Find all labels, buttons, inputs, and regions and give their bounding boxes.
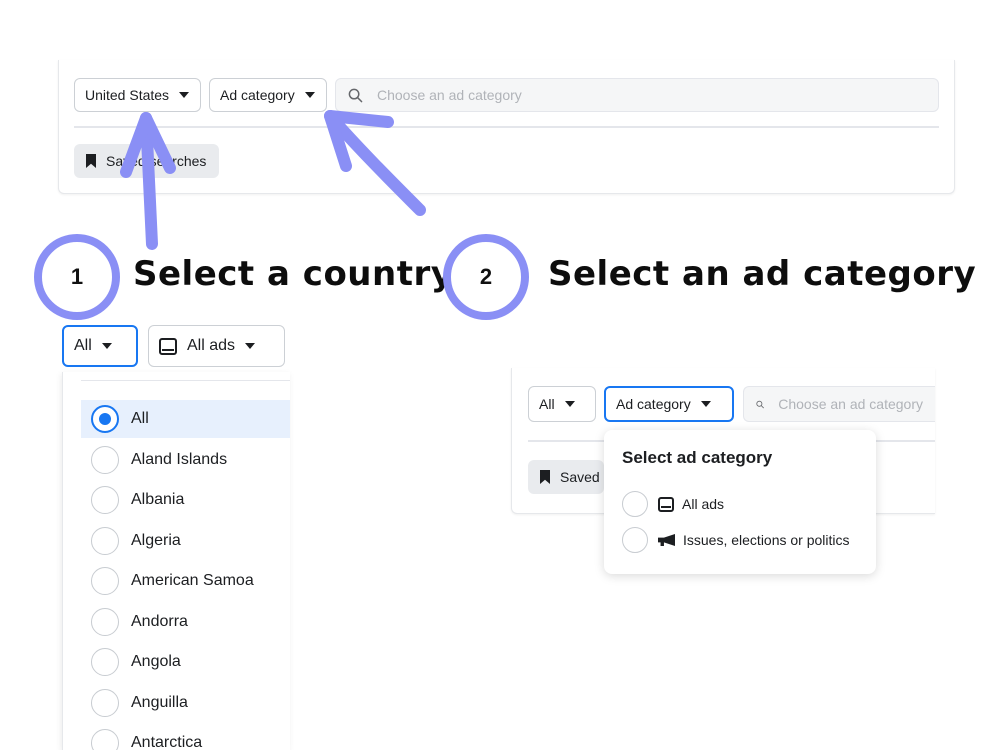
ad-category-search-input[interactable]: Choose an ad category bbox=[335, 78, 939, 112]
country-option[interactable]: Andorra bbox=[81, 603, 290, 641]
country-option-label: American Samoa bbox=[131, 572, 254, 589]
popover-title: Select ad category bbox=[622, 448, 773, 467]
country-option[interactable]: Algeria bbox=[81, 522, 290, 560]
country-option-label: Andorra bbox=[131, 612, 188, 630]
caret-down-icon bbox=[564, 401, 575, 407]
search-icon bbox=[348, 88, 363, 102]
step-1-badge: 1 bbox=[34, 234, 120, 320]
radio-button[interactable] bbox=[622, 491, 648, 517]
saved-searches-button-small[interactable]: Saved searches bbox=[528, 460, 604, 494]
step-2-badge: 2 bbox=[443, 234, 529, 320]
tablet-icon bbox=[159, 337, 177, 355]
country-dropdown-small-label: All bbox=[539, 396, 555, 412]
saved-searches-button[interactable]: Saved searches bbox=[74, 144, 219, 178]
radio-button[interactable] bbox=[91, 405, 119, 433]
search-placeholder: Choose an ad category bbox=[377, 87, 522, 103]
country-option-label: Algeria bbox=[131, 531, 181, 549]
megaphone-icon bbox=[658, 534, 675, 546]
step-1-number: 1 bbox=[70, 264, 84, 289]
option-issues-politics[interactable]: Issues, elections or politics bbox=[622, 527, 850, 553]
bookmark-icon bbox=[86, 154, 96, 168]
radio-button[interactable] bbox=[91, 729, 119, 750]
country-option[interactable]: Aland Islands bbox=[81, 441, 290, 479]
tablet-icon bbox=[658, 496, 674, 512]
saved-searches-label: Saved searches bbox=[560, 469, 604, 485]
country-list: All Aland Islands Albania Algeria American S… bbox=[62, 372, 290, 750]
caret-down-icon bbox=[245, 343, 256, 349]
radio-button[interactable] bbox=[91, 688, 119, 717]
caret-down-icon bbox=[304, 92, 315, 98]
step-2-heading: Select an ad category bbox=[548, 254, 977, 294]
step-1-heading: Select a country bbox=[133, 254, 454, 294]
country-dropdown-open-label: All bbox=[74, 337, 92, 354]
country-dropdown-small[interactable]: All bbox=[528, 386, 596, 422]
radio-button[interactable] bbox=[91, 607, 119, 636]
option-all-ads-label: All ads bbox=[682, 496, 725, 512]
country-option[interactable]: American Samoa bbox=[81, 562, 290, 600]
country-option-label: Anguilla bbox=[131, 693, 188, 711]
radio-button[interactable] bbox=[91, 445, 119, 474]
country-dropdown-open[interactable]: All bbox=[62, 325, 138, 367]
country-option-label: Angola bbox=[131, 653, 181, 670]
ad-category-dropdown-open-label: Ad category bbox=[616, 396, 691, 412]
radio-button[interactable] bbox=[91, 648, 119, 676]
caret-down-icon bbox=[700, 401, 711, 407]
option-all-ads[interactable]: All ads bbox=[622, 491, 724, 517]
ad-category-dropdown[interactable]: Ad category bbox=[209, 78, 327, 112]
country-option-label: Aland Islands bbox=[131, 450, 228, 468]
option-issues-politics-label: Issues, elections or politics bbox=[683, 532, 850, 548]
bookmark-icon bbox=[540, 470, 550, 484]
step-2-number: 2 bbox=[479, 264, 493, 289]
radio-button[interactable] bbox=[622, 527, 648, 553]
radio-button[interactable] bbox=[91, 526, 119, 555]
caret-down-icon bbox=[101, 343, 112, 349]
ad-type-dropdown[interactable]: All ads bbox=[148, 325, 285, 367]
top-divider bbox=[74, 126, 939, 128]
search-placeholder: Choose an ad category bbox=[778, 396, 923, 412]
country-option[interactable]: Anguilla bbox=[81, 684, 290, 722]
ad-category-popover: Select ad category All ads Issues, elect… bbox=[604, 430, 876, 574]
ad-category-dropdown-label: Ad category bbox=[220, 87, 295, 103]
ad-category-search-input-small[interactable]: Choose an ad category bbox=[743, 386, 935, 422]
saved-searches-label: Saved searches bbox=[106, 153, 207, 169]
ad-category-dropdown-open[interactable]: Ad category bbox=[604, 386, 734, 422]
country-option-label: All bbox=[131, 410, 149, 427]
country-option[interactable]: Antarctica bbox=[81, 724, 290, 750]
radio-button[interactable] bbox=[91, 486, 119, 514]
country-option-label: Antarctica bbox=[131, 734, 203, 750]
country-option[interactable]: Angola bbox=[81, 643, 290, 681]
ad-type-dropdown-label: All ads bbox=[187, 337, 236, 354]
country-dropdown-label: United States bbox=[85, 87, 170, 103]
search-icon bbox=[756, 400, 764, 408]
country-option[interactable]: Albania bbox=[81, 481, 290, 519]
radio-button[interactable] bbox=[91, 567, 119, 595]
caret-down-icon bbox=[179, 92, 190, 98]
country-option-label: Albania bbox=[131, 491, 185, 508]
country-option[interactable]: All bbox=[81, 400, 290, 438]
country-dropdown[interactable]: United States bbox=[74, 78, 201, 112]
country-list-divider bbox=[81, 380, 290, 381]
